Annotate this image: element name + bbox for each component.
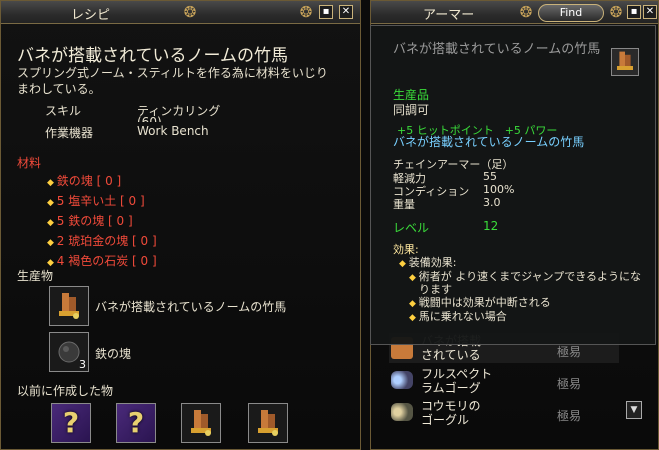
list-item-difficulty: 極易 xyxy=(557,345,582,359)
recipe-window: レシピ ❂ ❂ ▪ ✕ バネが搭載されているノームの竹馬 スプリング式ノーム・ス… xyxy=(0,0,361,450)
close-button[interactable]: ✕ xyxy=(643,5,657,19)
recipe-window-title: レシピ xyxy=(71,8,111,23)
previous-item-slot[interactable] xyxy=(181,403,221,443)
bullet-icon: ◆ xyxy=(47,178,57,188)
swirl-ornament-icon: ❂ xyxy=(299,3,313,21)
question-mark-icon: ? xyxy=(127,406,145,439)
list-item[interactable]: フルスペクト ラムゴーグ 極易 xyxy=(389,365,619,395)
products-header: 生産物 xyxy=(17,269,54,283)
previous-item-slot[interactable]: ? xyxy=(116,403,156,443)
question-mark-icon: ? xyxy=(62,406,80,439)
previous-item-slot[interactable]: ? xyxy=(51,403,91,443)
list-item-name: コウモリの xyxy=(421,399,481,413)
skill-value-sub: (60) xyxy=(137,115,162,122)
material-label: 5 鉄の塊 [ 0 ] xyxy=(56,214,133,228)
bullet-icon: ◆ xyxy=(409,313,419,323)
item-icon xyxy=(611,48,639,76)
tooltip-subname: バネが搭載されているノームの竹馬 xyxy=(393,135,585,149)
stat-value: 3.0 xyxy=(483,196,501,209)
armor-titlebar[interactable]: アーマー ❂ Find ❂ ▪ ✕ xyxy=(371,1,658,24)
product-name: 鉄の塊 xyxy=(95,347,132,361)
material-item[interactable]: ◆ 2 琥珀金の塊 [ 0 ] xyxy=(47,232,157,249)
bullet-icon: ◆ xyxy=(409,273,419,283)
gnome-stilts-icon xyxy=(258,410,278,436)
goggles-icon xyxy=(391,403,413,421)
swirl-ornament-icon: ❂ xyxy=(609,3,623,21)
device-label: 作業機器 xyxy=(45,126,94,140)
list-item-name: されている xyxy=(421,348,481,362)
minimize-button[interactable]: ▪ xyxy=(319,5,333,19)
material-label: 鉄の塊 [ 0 ] xyxy=(56,174,122,188)
level-value: 12 xyxy=(483,219,499,233)
list-item[interactable]: コウモリの ゴーグル 極易 xyxy=(389,397,619,427)
skill-label: スキル xyxy=(45,104,82,118)
bullet-icon: ◆ xyxy=(47,198,57,208)
bullet-icon: ◆ xyxy=(47,218,57,228)
bullet-icon: ◆ xyxy=(399,259,409,269)
list-item-difficulty: 極易 xyxy=(557,409,582,423)
item-tooltip: バネが搭載されているノームの竹馬 生産品 同調可 +5 ヒットポイント +5 パ… xyxy=(370,25,656,345)
stat-label: 重量 xyxy=(393,198,415,211)
minimize-button[interactable]: ▪ xyxy=(627,5,641,19)
material-label: 5 塩辛い土 [ 0 ] xyxy=(56,194,145,208)
previous-item-slot[interactable] xyxy=(248,403,288,443)
material-item[interactable]: ◆ 鉄の塊 [ 0 ] xyxy=(47,172,121,189)
stat-value: 100% xyxy=(483,183,515,196)
stat-value: 55 xyxy=(483,170,497,183)
material-item[interactable]: ◆ 4 褐色の石炭 [ 0 ] xyxy=(47,252,157,269)
material-label: 4 褐色の石炭 [ 0 ] xyxy=(56,254,157,268)
product-slot[interactable]: 3 xyxy=(49,332,89,372)
swirl-ornament-icon: ❂ xyxy=(519,3,533,21)
material-label: 2 琥珀金の塊 [ 0 ] xyxy=(56,234,157,248)
recipe-titlebar[interactable]: レシピ ❂ ❂ ▪ ✕ xyxy=(1,1,360,24)
device-value: Work Bench xyxy=(137,124,209,138)
material-item[interactable]: ◆ 5 鉄の塊 [ 0 ] xyxy=(47,212,133,229)
product-slot[interactable] xyxy=(49,286,89,326)
list-item-difficulty: 極易 xyxy=(557,377,582,391)
find-button[interactable]: Find xyxy=(538,4,604,22)
effect-text: 馬に乗れない場合 xyxy=(418,310,507,323)
list-item-name: フルスペクト xyxy=(421,367,493,381)
scrollbar-down-button[interactable]: ▼ xyxy=(626,401,642,419)
previous-header: 以前に作成した物 xyxy=(17,384,114,398)
goggles-icon xyxy=(391,371,413,389)
effect-line: ◆ 馬に乗れない場合 xyxy=(409,308,507,324)
bullet-icon: ◆ xyxy=(47,238,57,248)
product-count: 3 xyxy=(79,358,86,371)
materials-header: 材料 xyxy=(17,156,42,170)
list-item-name: ラムゴーグ xyxy=(421,381,481,395)
close-button[interactable]: ✕ xyxy=(339,5,353,19)
level-label: レベル xyxy=(393,221,430,235)
material-item[interactable]: ◆ 5 塩辛い土 [ 0 ] xyxy=(47,192,145,209)
gnome-stilts-icon xyxy=(191,410,211,436)
tag-attunable: 同調可 xyxy=(393,103,430,117)
list-item-name: ゴーグル xyxy=(421,413,470,427)
product-name: バネが搭載されているノームの竹馬 xyxy=(95,300,287,314)
item-name-title: バネが搭載されているノームの竹馬 xyxy=(17,46,288,66)
armor-window-title: アーマー xyxy=(423,8,475,23)
gnome-stilts-icon xyxy=(617,51,633,70)
tooltip-item-name: バネが搭載されているノームの竹馬 xyxy=(393,42,603,58)
swirl-ornament-icon: ❂ xyxy=(183,3,197,21)
item-description: スプリング式ノーム・スティルトを作る為に材料をいじりまわしている。 xyxy=(17,66,328,96)
effect-text: 術者が より速くまでジャンプできるようにな xyxy=(418,270,641,283)
tooltip-item-name-text: バネが搭載されているノームの竹馬 xyxy=(393,42,601,57)
gnome-stilts-icon xyxy=(59,293,79,319)
